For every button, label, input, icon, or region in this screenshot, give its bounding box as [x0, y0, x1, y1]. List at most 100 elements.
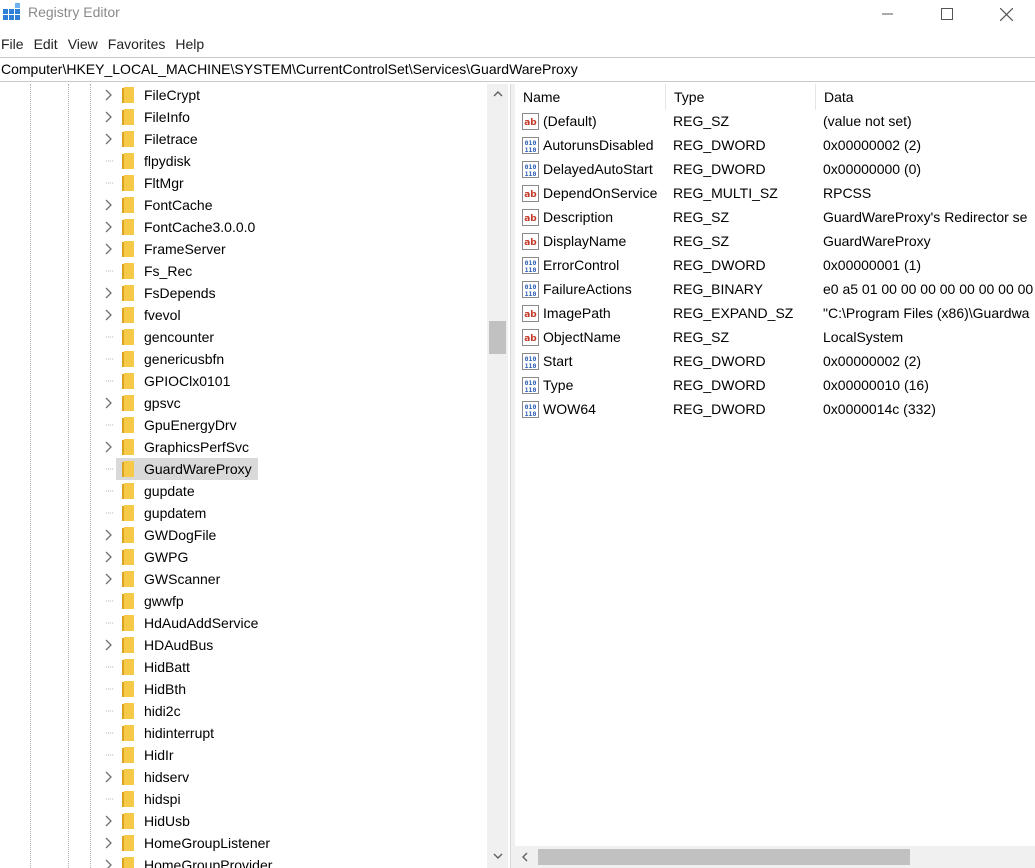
- chevron-right-icon[interactable]: [104, 110, 114, 124]
- folder-icon: [122, 439, 134, 455]
- tree-item[interactable]: HomeGroupListener: [100, 832, 490, 854]
- value-row[interactable]: 010 110 Start REG_DWORD 0x00000002 (2): [515, 350, 1035, 374]
- address-bar[interactable]: Computer\HKEY_LOCAL_MACHINE\SYSTEM\Curre…: [0, 57, 1035, 82]
- chevron-right-icon[interactable]: [104, 440, 114, 454]
- list-scroll-thumb[interactable]: [538, 849, 910, 865]
- minimize-button[interactable]: [865, 0, 911, 28]
- folder-icon: [122, 373, 134, 389]
- column-header-name[interactable]: Name: [515, 84, 666, 110]
- tree-item[interactable]: GraphicsPerfSvc: [100, 436, 490, 458]
- tree-item[interactable]: GWScanner: [100, 568, 490, 590]
- value-row[interactable]: ab Description REG_SZ GuardWareProxy's Redi…: [515, 206, 1035, 230]
- chevron-right-icon[interactable]: [104, 550, 114, 564]
- tree-item[interactable]: gupdatem: [100, 502, 490, 524]
- tree-item[interactable]: genericusbfn: [100, 348, 490, 370]
- tree-item-label: GWPG: [144, 549, 189, 565]
- tree-item[interactable]: GWDogFile: [100, 524, 490, 546]
- address-path[interactable]: Computer\HKEY_LOCAL_MACHINE\SYSTEM\Curre…: [1, 61, 578, 77]
- tree-item[interactable]: HidBth: [100, 678, 490, 700]
- value-row[interactable]: 010 110 Type REG_DWORD 0x00000010 (16): [515, 374, 1035, 398]
- menu-help[interactable]: Help: [175, 33, 209, 55]
- tree-item[interactable]: gwwfp: [100, 590, 490, 612]
- value-row[interactable]: ab DisplayName REG_SZ GuardWareProxy: [515, 230, 1035, 254]
- maximize-icon: [941, 8, 953, 20]
- tree-item[interactable]: FsDepends: [100, 282, 490, 304]
- tree-item[interactable]: hidspi: [100, 788, 490, 810]
- chevron-right-icon[interactable]: [104, 132, 114, 146]
- value-row[interactable]: 010 110 DelayedAutoStart REG_DWORD 0x0000000…: [515, 158, 1035, 182]
- scroll-up-arrow-icon[interactable]: [487, 84, 508, 104]
- tree-item[interactable]: hidi2c: [100, 700, 490, 722]
- chevron-right-icon[interactable]: [104, 572, 114, 586]
- tree-item[interactable]: HomeGroupProvider: [100, 854, 490, 868]
- value-row[interactable]: 010 110 ErrorControl REG_DWORD 0x00000001 (1…: [515, 254, 1035, 278]
- tree-item[interactable]: HdAudAddService: [100, 612, 490, 634]
- value-row[interactable]: 010 110 FailureActions REG_BINARY e0 a5 01 0…: [515, 278, 1035, 302]
- tree-item[interactable]: Filetrace: [100, 128, 490, 150]
- chevron-right-icon[interactable]: [104, 814, 114, 828]
- list-horizontal-scrollbar[interactable]: [515, 846, 1035, 868]
- chevron-right-icon[interactable]: [104, 308, 114, 322]
- tree-item[interactable]: hidserv: [100, 766, 490, 788]
- tree-item[interactable]: gpsvc: [100, 392, 490, 414]
- value-row[interactable]: ab ImagePath REG_EXPAND_SZ "C:\Program File…: [515, 302, 1035, 326]
- tree-item[interactable]: FrameServer: [100, 238, 490, 260]
- column-header-data[interactable]: Data: [816, 84, 1035, 110]
- value-type: REG_MULTI_SZ: [673, 185, 778, 201]
- folder-icon: [122, 417, 134, 433]
- tree-scroll-thumb[interactable]: [489, 321, 506, 354]
- chevron-right-icon[interactable]: [104, 528, 114, 542]
- chevron-right-icon[interactable]: [104, 198, 114, 212]
- tree-item[interactable]: FileCrypt: [100, 84, 490, 106]
- value-name: ErrorControl: [543, 257, 620, 273]
- tree-item[interactable]: GPIOClx0101: [100, 370, 490, 392]
- chevron-right-icon[interactable]: [104, 638, 114, 652]
- menu-edit[interactable]: Edit: [34, 33, 63, 55]
- string-value-icon: ab: [522, 305, 539, 322]
- value-row[interactable]: ab (Default) REG_SZ (value not set): [515, 110, 1035, 134]
- chevron-right-icon[interactable]: [104, 396, 114, 410]
- tree-item[interactable]: HidUsb: [100, 810, 490, 832]
- value-row[interactable]: 010 110 WOW64 REG_DWORD 0x0000014c (332): [515, 398, 1035, 422]
- value-row[interactable]: ab DependOnService REG_MULTI_SZ RPCSS: [515, 182, 1035, 206]
- chevron-right-icon[interactable]: [104, 770, 114, 784]
- tree-item[interactable]: Fs_Rec: [100, 260, 490, 282]
- tree-item[interactable]: HidBatt: [100, 656, 490, 678]
- chevron-right-icon[interactable]: [104, 88, 114, 102]
- menu-file[interactable]: File: [0, 33, 29, 55]
- menu-favorites[interactable]: Favorites: [108, 33, 171, 55]
- tree-item[interactable]: fvevol: [100, 304, 490, 326]
- chevron-right-icon[interactable]: [104, 242, 114, 256]
- tree-item-label: HomeGroupListener: [144, 835, 271, 851]
- tree-item[interactable]: HDAudBus: [100, 634, 490, 656]
- chevron-right-icon[interactable]: [104, 836, 114, 850]
- folder-icon: [122, 351, 134, 367]
- chevron-right-icon[interactable]: [104, 858, 114, 868]
- tree-item[interactable]: GpuEnergyDrv: [100, 414, 490, 436]
- tree-item[interactable]: GWPG: [100, 546, 490, 568]
- close-button[interactable]: [983, 0, 1029, 28]
- tree-item[interactable]: gencounter: [100, 326, 490, 348]
- chevron-right-icon[interactable]: [104, 286, 114, 300]
- scroll-down-arrow-icon[interactable]: [487, 846, 508, 866]
- value-row[interactable]: 010 110 AutorunsDisabled REG_DWORD 0x0000000…: [515, 134, 1035, 158]
- tree-item[interactable]: hidinterrupt: [100, 722, 490, 744]
- tree-item[interactable]: FontCache3.0.0.0: [100, 216, 490, 238]
- tree-item[interactable]: gupdate: [100, 480, 490, 502]
- tree-vertical-scrollbar[interactable]: [487, 84, 508, 868]
- tree-item[interactable]: FltMgr: [100, 172, 490, 194]
- value-row[interactable]: ab ObjectName REG_SZ LocalSystem: [515, 326, 1035, 350]
- tree-item[interactable]: FontCache: [100, 194, 490, 216]
- tree-item[interactable]: GuardWareProxy: [100, 458, 490, 480]
- tree-item[interactable]: FileInfo: [100, 106, 490, 128]
- tree-item[interactable]: flpydisk: [100, 150, 490, 172]
- folder-icon: [122, 285, 134, 301]
- chevron-right-icon[interactable]: [104, 220, 114, 234]
- folder-icon: [122, 483, 134, 499]
- column-header-type[interactable]: Type: [666, 84, 816, 110]
- folder-icon: [122, 747, 134, 763]
- menu-view[interactable]: View: [68, 33, 103, 55]
- maximize-button[interactable]: [924, 0, 970, 28]
- scroll-left-arrow-icon[interactable]: [515, 846, 535, 868]
- tree-item[interactable]: HidIr: [100, 744, 490, 766]
